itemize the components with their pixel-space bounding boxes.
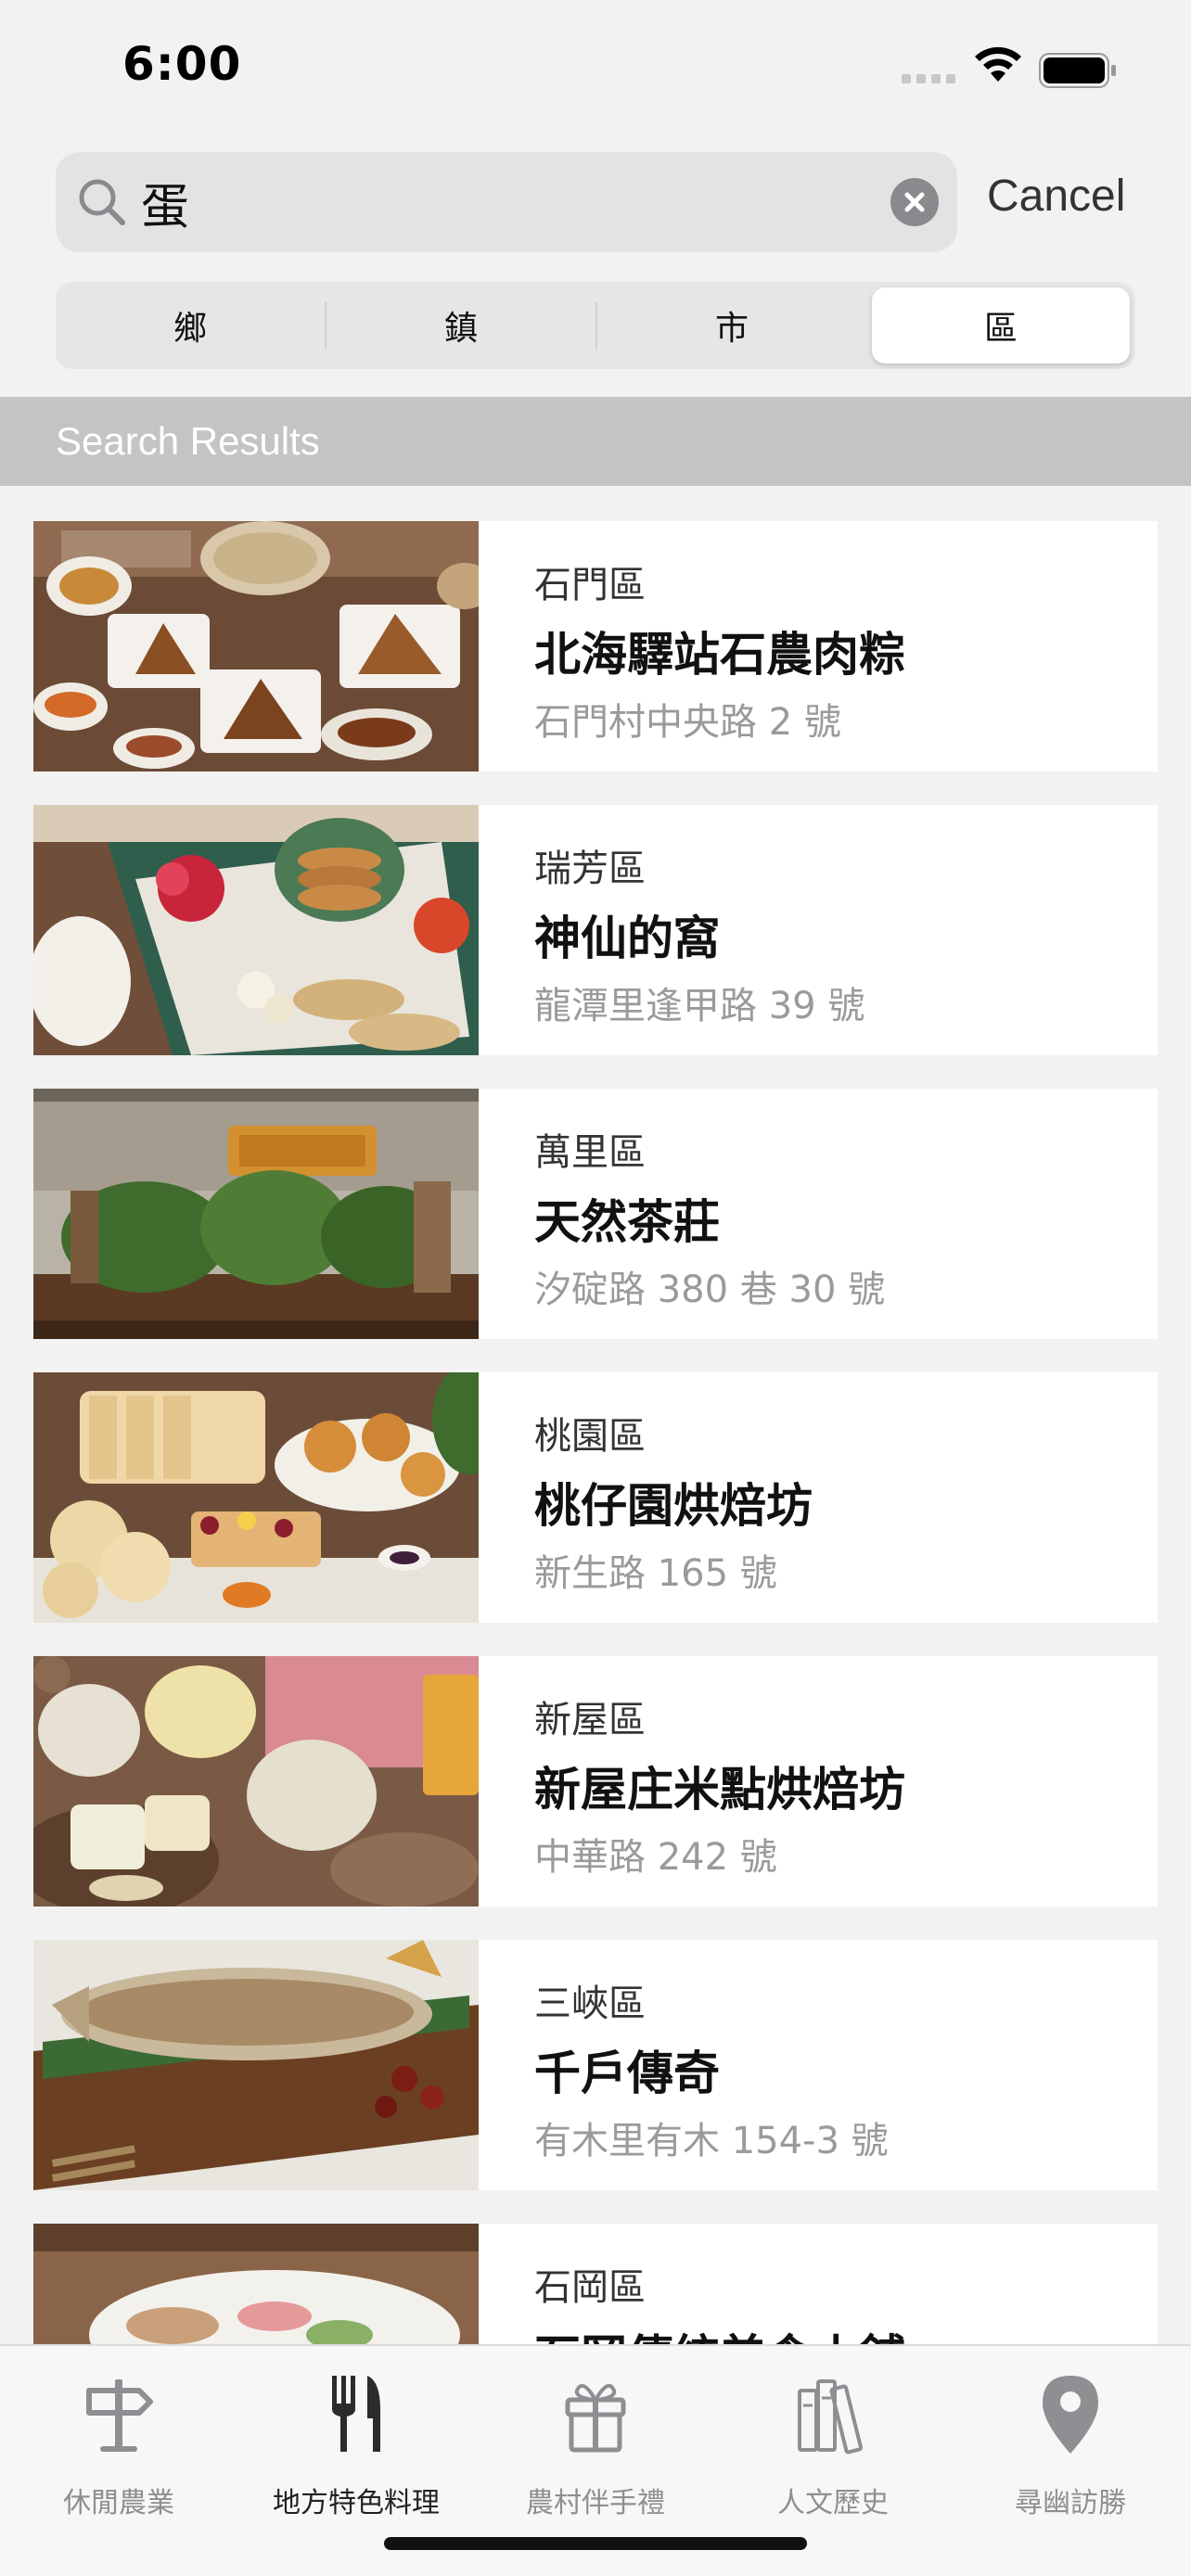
result-address: 有木里有木 154-3 號 — [534, 2120, 889, 2162]
result-photo — [33, 805, 479, 1055]
result-card[interactable]: 三峽區 千戶傳奇 有木里有木 154-3 號 — [33, 1940, 1158, 2190]
tab-label: 人文歷史 — [777, 2487, 889, 2519]
segment-town[interactable]: 鎮 — [327, 282, 596, 369]
cancel-button[interactable]: Cancel — [987, 171, 1125, 222]
result-card[interactable]: 桃園區 桃仔園烘焙坊 新生路 165 號 — [33, 1372, 1158, 1623]
results-header-title: Search Results — [56, 419, 320, 463]
segment-township[interactable]: 鄉 — [56, 282, 325, 369]
segment-district[interactable]: 區 — [872, 287, 1130, 363]
result-address: 龍潭里逢甲路 39 號 — [534, 985, 865, 1027]
result-photo — [33, 1940, 479, 2190]
tab-label: 地方特色料理 — [273, 2487, 440, 2519]
result-photo — [33, 1372, 479, 1623]
result-photo — [33, 1656, 479, 1906]
signpost-icon — [86, 2379, 153, 2452]
tab-label: 休閒農業 — [63, 2487, 174, 2519]
result-address: 石門村中央路 2 號 — [534, 701, 841, 744]
result-district: 瑞芳區 — [534, 848, 646, 890]
tab-label: 尋幽訪勝 — [1015, 2487, 1126, 2519]
result-photo — [33, 1089, 479, 1339]
result-name: 新屋庄米點烘焙坊 — [534, 1763, 905, 1817]
result-district: 三峽區 — [534, 1983, 646, 2025]
books-icon — [798, 2379, 864, 2455]
result-photo — [33, 521, 479, 772]
home-indicator[interactable] — [384, 2537, 807, 2550]
search-bar[interactable] — [56, 152, 957, 252]
result-name: 千戶傳奇 — [534, 2047, 720, 2100]
result-district: 新屋區 — [534, 1699, 646, 1741]
status-time: 6:00 — [122, 37, 242, 91]
scope-segmented-control: 鄉 鎮 市 區 — [56, 282, 1135, 369]
result-card[interactable]: 瑞芳區 神仙的窩 龍潭里逢甲路 39 號 — [33, 805, 1158, 1055]
result-name: 北海驛站石農肉粽 — [534, 628, 905, 682]
screen: 6:00 Cancel 鄉 鎮 — [0, 0, 1191, 2576]
result-name: 天然茶莊 — [534, 1195, 720, 1249]
result-district: 桃園區 — [534, 1415, 646, 1458]
results-section-header: Search Results — [0, 397, 1191, 486]
tab-local-cuisine[interactable]: 地方特色料理 — [237, 2359, 475, 2526]
search-icon — [79, 179, 125, 225]
result-address: 中華路 242 號 — [534, 1836, 777, 1879]
result-name: 桃仔園烘焙坊 — [534, 1479, 813, 1533]
result-address: 汐碇路 380 巷 30 號 — [534, 1269, 886, 1311]
result-card[interactable]: 石門區 北海驛站石農肉粽 石門村中央路 2 號 — [33, 521, 1158, 772]
result-address: 新生路 165 號 — [534, 1552, 777, 1595]
tab-rural-gifts[interactable]: 農村伴手禮 — [477, 2359, 714, 2526]
close-icon — [904, 192, 925, 212]
result-district: 萬里區 — [534, 1131, 646, 1174]
result-district: 石門區 — [534, 564, 646, 606]
result-district: 石岡區 — [534, 2266, 646, 2309]
result-card[interactable]: 萬里區 天然茶莊 汐碇路 380 巷 30 號 — [33, 1089, 1158, 1339]
battery-icon — [1039, 53, 1116, 88]
tab-culture-history[interactable]: 人文歷史 — [714, 2359, 952, 2526]
segment-city[interactable]: 市 — [597, 282, 866, 369]
status-bar: 6:00 — [0, 0, 1191, 130]
clear-search-button[interactable] — [890, 178, 939, 226]
wifi-icon — [975, 46, 1021, 82]
gift-icon — [565, 2383, 626, 2453]
search-input[interactable] — [141, 165, 846, 239]
cellular-signal-icon — [902, 74, 957, 83]
map-pin-icon — [1043, 2376, 1098, 2454]
tab-label: 農村伴手禮 — [526, 2487, 665, 2519]
tab-leisure-farming[interactable]: 休閒農業 — [0, 2359, 237, 2526]
fork-knife-icon — [332, 2376, 380, 2452]
tab-scenic-exploration[interactable]: 尋幽訪勝 — [952, 2359, 1189, 2526]
result-name: 神仙的窩 — [534, 912, 720, 965]
result-card[interactable]: 新屋區 新屋庄米點烘焙坊 中華路 242 號 — [33, 1656, 1158, 1906]
